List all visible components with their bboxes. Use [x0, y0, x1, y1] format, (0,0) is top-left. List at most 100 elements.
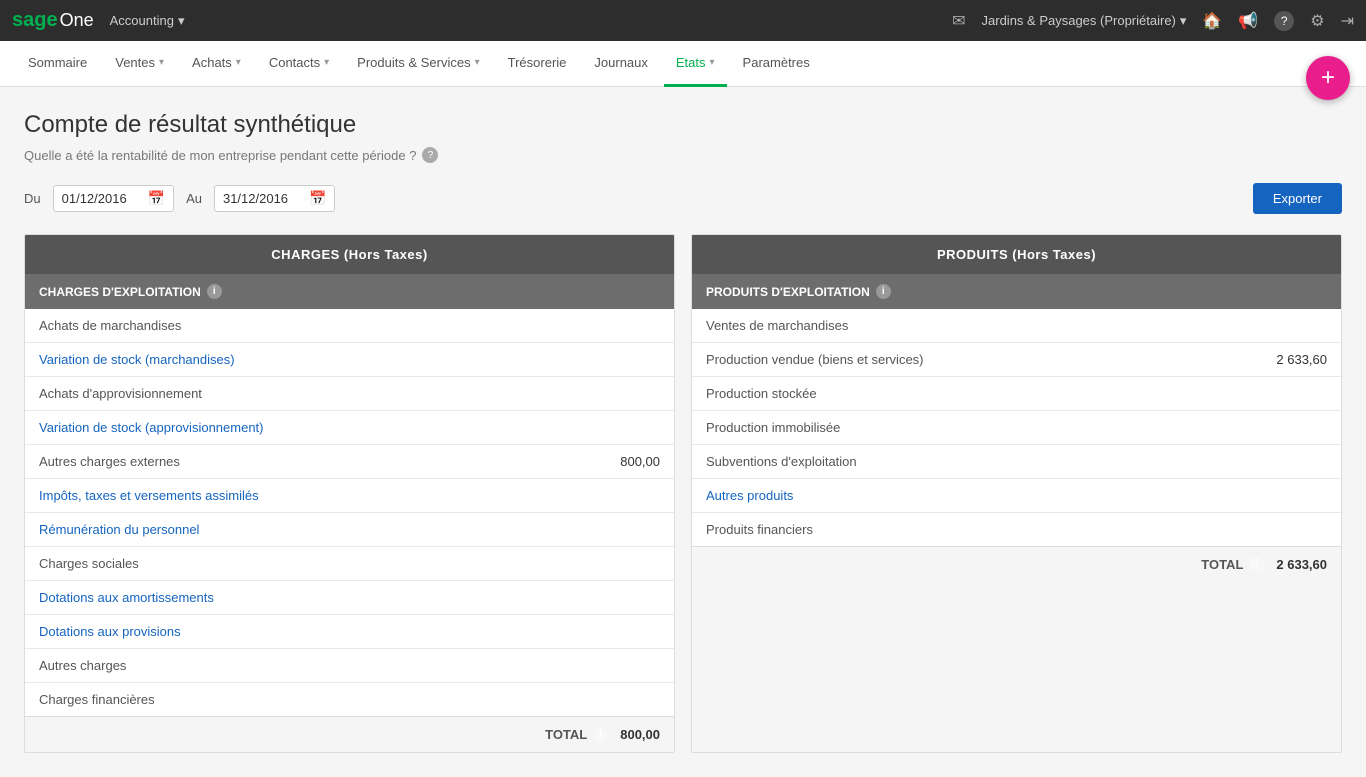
charges-total-label: TOTAL i [545, 727, 608, 742]
nav-ventes[interactable]: Ventes ▾ [103, 41, 176, 87]
nav-etats-arrow: ▾ [710, 57, 715, 68]
main-content: Compte de résultat synthétique Quelle a … [0, 87, 1366, 777]
sage-logo[interactable]: sage One [12, 9, 94, 32]
charges-row-label[interactable]: Dotations aux provisions [39, 624, 181, 639]
produits-table: PRODUITS (Hors Taxes) PRODUITS D'EXPLOIT… [691, 234, 1342, 753]
nav-etats-label: Etats [676, 55, 706, 70]
produits-row-label: Production stockée [706, 386, 817, 401]
fab-plus-icon: + [1321, 64, 1335, 92]
to-date-input[interactable] [223, 191, 303, 206]
nav-produits[interactable]: Produits & Services ▾ [345, 41, 491, 87]
charges-total-value: 800,00 [620, 727, 660, 742]
produits-row-value: 2 633,60 [1276, 352, 1327, 367]
charges-table-header: CHARGES (Hors Taxes) [25, 235, 674, 274]
notification-icon[interactable]: 📢 [1238, 11, 1258, 31]
charges-row-label: Autres charges externes [39, 454, 180, 469]
nav-produits-arrow: ▾ [475, 57, 480, 68]
from-date-input-wrap[interactable]: 📅 [53, 185, 174, 212]
top-nav-right: ✉ Jardins & Paysages (Propriétaire) ▾ 🏠 … [952, 11, 1354, 31]
produits-info-icon[interactable]: i [876, 284, 891, 299]
charges-row-item: Achats d'approvisionnement [25, 377, 674, 411]
charges-row-label: Achats d'approvisionnement [39, 386, 202, 401]
nav-ventes-label: Ventes [115, 55, 155, 70]
charges-row-label: Achats de marchandises [39, 318, 181, 333]
tables-wrapper: CHARGES (Hors Taxes) CHARGES D'EXPLOITAT… [24, 234, 1342, 753]
logout-icon[interactable]: ⇥ [1341, 11, 1354, 31]
help-icon[interactable]: ? [1274, 11, 1294, 31]
charges-total-info-icon[interactable]: i [593, 727, 608, 742]
charges-row-value: 800,00 [620, 454, 660, 469]
nav-sommaire[interactable]: Sommaire [16, 41, 99, 87]
charges-row-item: Autres charges externes 800,00 [25, 445, 674, 479]
charges-row-label[interactable]: Dotations aux amortissements [39, 590, 214, 605]
charges-row-item: Rémunération du personnel [25, 513, 674, 547]
produits-total-value: 2 633,60 [1276, 557, 1327, 572]
charges-table: CHARGES (Hors Taxes) CHARGES D'EXPLOITAT… [24, 234, 675, 753]
date-filter-row: Du 📅 Au 📅 Exporter [24, 183, 1342, 214]
produits-row-item: Production immobilisée [692, 411, 1341, 445]
produits-row-item: Subventions d'exploitation [692, 445, 1341, 479]
produits-row-label[interactable]: Autres produits [706, 488, 793, 503]
company-selector[interactable]: Jardins & Paysages (Propriétaire) ▾ [982, 13, 1187, 29]
charges-row-item: Variation de stock (approvisionnement) [25, 411, 674, 445]
to-date-input-wrap[interactable]: 📅 [214, 185, 335, 212]
nav-parametres-label: Paramètres [743, 55, 810, 70]
charges-row-label: Autres charges [39, 658, 126, 673]
nav-parametres[interactable]: Paramètres [731, 41, 822, 87]
accounting-menu-button[interactable]: Accounting ▾ [102, 9, 193, 33]
page-title: Compte de résultat synthétique [24, 111, 1342, 139]
charges-row-label[interactable]: Impôts, taxes et versements assimilés [39, 488, 259, 503]
charges-section-header: CHARGES D'EXPLOITATION i [25, 274, 674, 309]
produits-total-label: TOTAL i [1201, 557, 1264, 572]
charges-row-item: Variation de stock (marchandises) [25, 343, 674, 377]
charges-row-label: Charges sociales [39, 556, 139, 571]
nav-etats[interactable]: Etats ▾ [664, 41, 727, 87]
to-calendar-icon[interactable]: 📅 [309, 190, 326, 207]
produits-row-item: Autres produits [692, 479, 1341, 513]
company-arrow-icon: ▾ [1180, 13, 1187, 29]
charges-rows: Achats de marchandises Variation de stoc… [25, 309, 674, 716]
subtitle-text: Quelle a été la rentabilité de mon entre… [24, 148, 416, 163]
charges-row-label[interactable]: Variation de stock (approvisionnement) [39, 420, 264, 435]
top-nav-left: sage One Accounting ▾ [12, 9, 192, 33]
charges-row-item: Charges financières [25, 683, 674, 716]
produits-table-header: PRODUITS (Hors Taxes) [692, 235, 1341, 274]
charges-total-row: TOTAL i 800,00 [25, 716, 674, 752]
charges-row-label[interactable]: Rémunération du personnel [39, 522, 199, 537]
export-button[interactable]: Exporter [1253, 183, 1342, 214]
produits-section-label: PRODUITS D'EXPLOITATION [706, 285, 870, 299]
nav-achats[interactable]: Achats ▾ [180, 41, 253, 87]
produits-total-info-icon[interactable]: i [1249, 557, 1264, 572]
settings-icon[interactable]: ⚙ [1310, 11, 1324, 31]
subtitle-help-icon[interactable]: ? [422, 147, 438, 163]
main-navigation: Sommaire Ventes ▾ Achats ▾ Contacts ▾ Pr… [0, 41, 1366, 87]
produits-row-label: Production vendue (biens et services) [706, 352, 924, 367]
charges-row-item: Dotations aux provisions [25, 615, 674, 649]
charges-row-item: Dotations aux amortissements [25, 581, 674, 615]
produits-rows: Ventes de marchandises Production vendue… [692, 309, 1341, 546]
nav-achats-arrow: ▾ [236, 57, 241, 68]
company-name-label: Jardins & Paysages (Propriétaire) [982, 13, 1176, 28]
to-label: Au [186, 191, 202, 206]
nav-contacts[interactable]: Contacts ▾ [257, 41, 341, 87]
produits-row-item: Production stockée [692, 377, 1341, 411]
from-date-input[interactable] [62, 191, 142, 206]
charges-row-item: Autres charges [25, 649, 674, 683]
nav-sommaire-label: Sommaire [28, 55, 87, 70]
charges-row-label: Charges financières [39, 692, 155, 707]
fab-button[interactable]: + [1306, 56, 1350, 100]
from-calendar-icon[interactable]: 📅 [148, 190, 165, 207]
accounting-arrow-icon: ▾ [178, 13, 185, 29]
charges-section-label: CHARGES D'EXPLOITATION [39, 285, 201, 299]
nav-tresorerie[interactable]: Trésorerie [496, 41, 579, 87]
top-navigation: sage One Accounting ▾ ✉ Jardins & Paysag… [0, 0, 1366, 41]
nav-tresorerie-label: Trésorerie [508, 55, 567, 70]
home-icon[interactable]: 🏠 [1202, 11, 1222, 31]
email-icon[interactable]: ✉ [952, 11, 965, 31]
charges-row-label[interactable]: Variation de stock (marchandises) [39, 352, 235, 367]
charges-info-icon[interactable]: i [207, 284, 222, 299]
produits-total-row: TOTAL i 2 633,60 [692, 546, 1341, 582]
nav-journaux[interactable]: Journaux [582, 41, 659, 87]
produits-section-header: PRODUITS D'EXPLOITATION i [692, 274, 1341, 309]
nav-ventes-arrow: ▾ [159, 57, 164, 68]
